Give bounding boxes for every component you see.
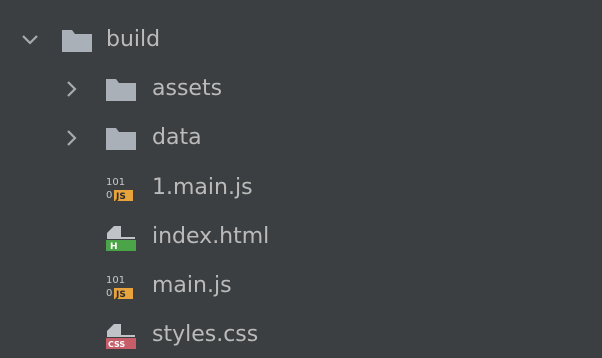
js-file-icon: 101 0 JS xyxy=(104,175,138,203)
svg-text:H: H xyxy=(110,242,118,252)
tree-node-label: styles.css xyxy=(152,322,259,347)
chevron-right-icon[interactable] xyxy=(62,79,82,99)
html-file-icon: H xyxy=(104,224,138,252)
tree-node-label: main.js xyxy=(152,273,232,298)
svg-text:101: 101 xyxy=(106,275,125,286)
project-file-tree: build assets data 101 0 JS 1.main.js H i… xyxy=(0,0,602,358)
tree-node-index-html[interactable]: H index.html xyxy=(0,213,602,262)
tree-node-data[interactable]: data xyxy=(0,114,602,163)
svg-text:0: 0 xyxy=(106,288,112,299)
chevron-down-icon[interactable] xyxy=(20,30,40,50)
tree-node-styles-css[interactable]: CSS styles.css xyxy=(0,311,602,358)
tree-node-1-main-js[interactable]: 101 0 JS 1.main.js xyxy=(0,164,602,213)
folder-icon xyxy=(104,76,138,104)
tree-node-label: 1.main.js xyxy=(152,175,253,200)
svg-text:CSS: CSS xyxy=(108,340,125,349)
tree-node-build[interactable]: build xyxy=(0,16,602,65)
tree-node-assets[interactable]: assets xyxy=(0,65,602,114)
folder-icon xyxy=(60,27,94,55)
tree-node-label: assets xyxy=(152,76,223,101)
tree-node-main-js[interactable]: 101 0 JS main.js xyxy=(0,262,602,311)
tree-node-label: build xyxy=(106,27,161,52)
tree-node-label: data xyxy=(152,125,202,150)
js-file-icon: 101 0 JS xyxy=(104,273,138,301)
svg-text:0: 0 xyxy=(106,190,112,201)
chevron-right-icon[interactable] xyxy=(62,128,82,148)
tree-node-label: index.html xyxy=(152,224,270,249)
css-file-icon: CSS xyxy=(104,322,138,350)
folder-icon xyxy=(104,125,138,153)
svg-text:101: 101 xyxy=(106,177,125,188)
svg-text:JS: JS xyxy=(115,192,126,202)
svg-text:JS: JS xyxy=(115,290,126,300)
